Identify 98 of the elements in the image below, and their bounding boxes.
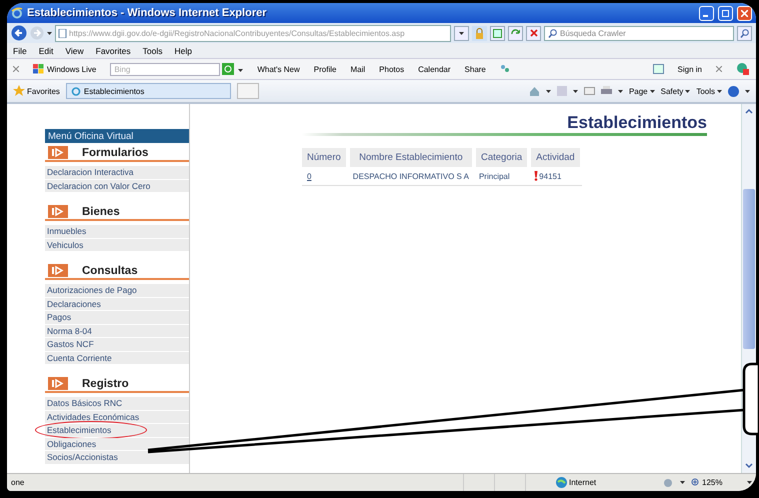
mail-icon[interactable] xyxy=(584,87,595,95)
column-header: Número xyxy=(302,148,348,167)
table-cell: 94151 xyxy=(539,172,562,180)
zoom-control[interactable]: 125% xyxy=(691,478,741,487)
browser-logo-icon xyxy=(11,7,23,19)
menu-item[interactable]: Favorites xyxy=(96,46,131,56)
close-icon xyxy=(741,10,748,16)
menu-link[interactable]: Declaracion con Valor Cero xyxy=(45,180,189,193)
close-button[interactable] xyxy=(737,6,752,20)
menu-link[interactable]: Pagos xyxy=(45,311,189,324)
menu-link[interactable]: Actividades Económicas xyxy=(45,410,189,424)
command-menu[interactable]: Safety xyxy=(660,86,690,96)
column-header: Nombre Establecimiento xyxy=(348,148,474,167)
zoom-icon xyxy=(691,478,700,487)
menu-link[interactable]: Norma 8-04 xyxy=(45,324,189,338)
search-button[interactable] xyxy=(737,26,752,40)
maximize-button[interactable] xyxy=(718,6,733,20)
menu-item[interactable]: Edit xyxy=(38,46,54,56)
dropdown-caret-icon[interactable] xyxy=(572,90,578,92)
menu-title: Menú Oficina Virtual xyxy=(45,129,189,143)
dropdown-button[interactable] xyxy=(454,26,469,40)
section-icon xyxy=(48,264,68,277)
back-icon[interactable] xyxy=(11,25,27,41)
maximize-icon xyxy=(722,10,729,16)
browser-logo-icon xyxy=(70,86,81,96)
menu-link[interactable]: Socios/Accionistas xyxy=(45,451,189,464)
menu-item[interactable]: File xyxy=(13,46,27,56)
status-text: one xyxy=(11,478,24,487)
menu-link[interactable]: Declaracion Interactiva xyxy=(45,166,189,180)
menu-item[interactable]: Tools xyxy=(142,46,162,56)
section-icon xyxy=(48,146,68,159)
stop-icon xyxy=(530,29,538,37)
refresh-button[interactable] xyxy=(508,26,523,40)
section-icon xyxy=(48,377,68,390)
command-menu[interactable]: Tools xyxy=(696,86,722,96)
menu-item[interactable]: Help xyxy=(174,46,192,56)
compatibility-icon xyxy=(493,28,502,38)
number-link[interactable]: 0 xyxy=(307,172,312,180)
column-header: Actividad xyxy=(529,148,582,167)
browser-tab[interactable]: Establecimientos xyxy=(66,83,231,99)
menu-link[interactable]: Datos Básicos RNC xyxy=(45,397,189,410)
table-cell: Principal xyxy=(474,167,530,186)
scroll-thumb[interactable] xyxy=(743,189,755,349)
close-icon[interactable] xyxy=(13,66,19,72)
section-heading: Formularios xyxy=(82,146,148,158)
toolbar-brand[interactable]: Windows Live xyxy=(33,64,96,74)
printer-icon[interactable] xyxy=(600,86,612,96)
section-heading: Bienes xyxy=(82,206,120,218)
search-field[interactable]: Búsqueda Crawler xyxy=(544,26,734,40)
toolbar-link[interactable]: Mail xyxy=(350,64,366,74)
scroll-up-icon[interactable] xyxy=(745,108,753,114)
dropdown-caret-icon[interactable] xyxy=(680,481,685,484)
toolbar-link[interactable]: Calendar xyxy=(418,64,451,74)
toolbar-link[interactable]: Share xyxy=(464,64,486,74)
flag-icon xyxy=(33,64,44,74)
dropdown-caret-icon[interactable] xyxy=(618,90,623,92)
window-title: Establecimientos - Windows Internet Explorer xyxy=(27,7,268,19)
favorites-button[interactable]: Favorites xyxy=(13,85,60,97)
dropdown-caret-icon[interactable] xyxy=(745,90,750,92)
caret-icon[interactable] xyxy=(717,90,722,92)
scroll-down-icon[interactable] xyxy=(745,463,753,469)
toolbar-link[interactable]: Photos xyxy=(379,64,404,74)
globe-icon xyxy=(556,477,567,488)
menu-link[interactable]: Autorizaciones de Pago xyxy=(45,284,189,298)
page-heading: Establecimientos xyxy=(566,113,707,133)
dropdown-caret-icon[interactable] xyxy=(546,90,551,92)
caret-icon[interactable] xyxy=(459,32,464,34)
dropdown-caret-icon[interactable] xyxy=(238,68,244,72)
star-icon xyxy=(13,85,25,97)
menu-link[interactable]: Vehiculos xyxy=(45,238,189,252)
menu-link[interactable]: Gastos NCF xyxy=(45,338,189,352)
page-icon xyxy=(58,28,67,38)
menu-link[interactable]: Cuenta Corriente xyxy=(45,352,189,365)
dropdown-caret-icon[interactable] xyxy=(47,32,52,34)
section-heading: Consultas xyxy=(82,264,138,276)
menu-link[interactable]: Establecimientos xyxy=(45,424,189,438)
sign-in-link[interactable]: Sign in xyxy=(678,64,702,74)
section-icon xyxy=(48,205,68,218)
section-heading: Registro xyxy=(82,378,129,390)
close-icon[interactable] xyxy=(716,66,722,72)
stop-button[interactable] xyxy=(526,26,541,40)
toolbar-link[interactable]: Profile xyxy=(314,64,336,74)
compatibility-button[interactable] xyxy=(490,26,505,40)
column-header: Categoria xyxy=(474,148,530,167)
menu-item[interactable]: View xyxy=(65,46,84,56)
search-icon xyxy=(548,28,557,38)
menu-link[interactable]: Inmuebles xyxy=(45,225,189,238)
dropdown-caret-icon[interactable] xyxy=(747,481,752,484)
minimize-button[interactable] xyxy=(699,6,714,20)
menu-link[interactable]: Declaraciones xyxy=(45,298,189,311)
toolbar-link[interactable]: What's New xyxy=(257,64,300,74)
search-icon xyxy=(740,28,749,38)
command-menu[interactable]: Page xyxy=(628,86,655,96)
caret-icon[interactable] xyxy=(650,90,655,92)
caret-icon[interactable] xyxy=(685,90,690,92)
security-zone: Internet xyxy=(556,477,656,488)
warning-icon xyxy=(534,171,538,181)
table-cell: DESPACHO INFORMATIVO S A xyxy=(348,167,474,186)
